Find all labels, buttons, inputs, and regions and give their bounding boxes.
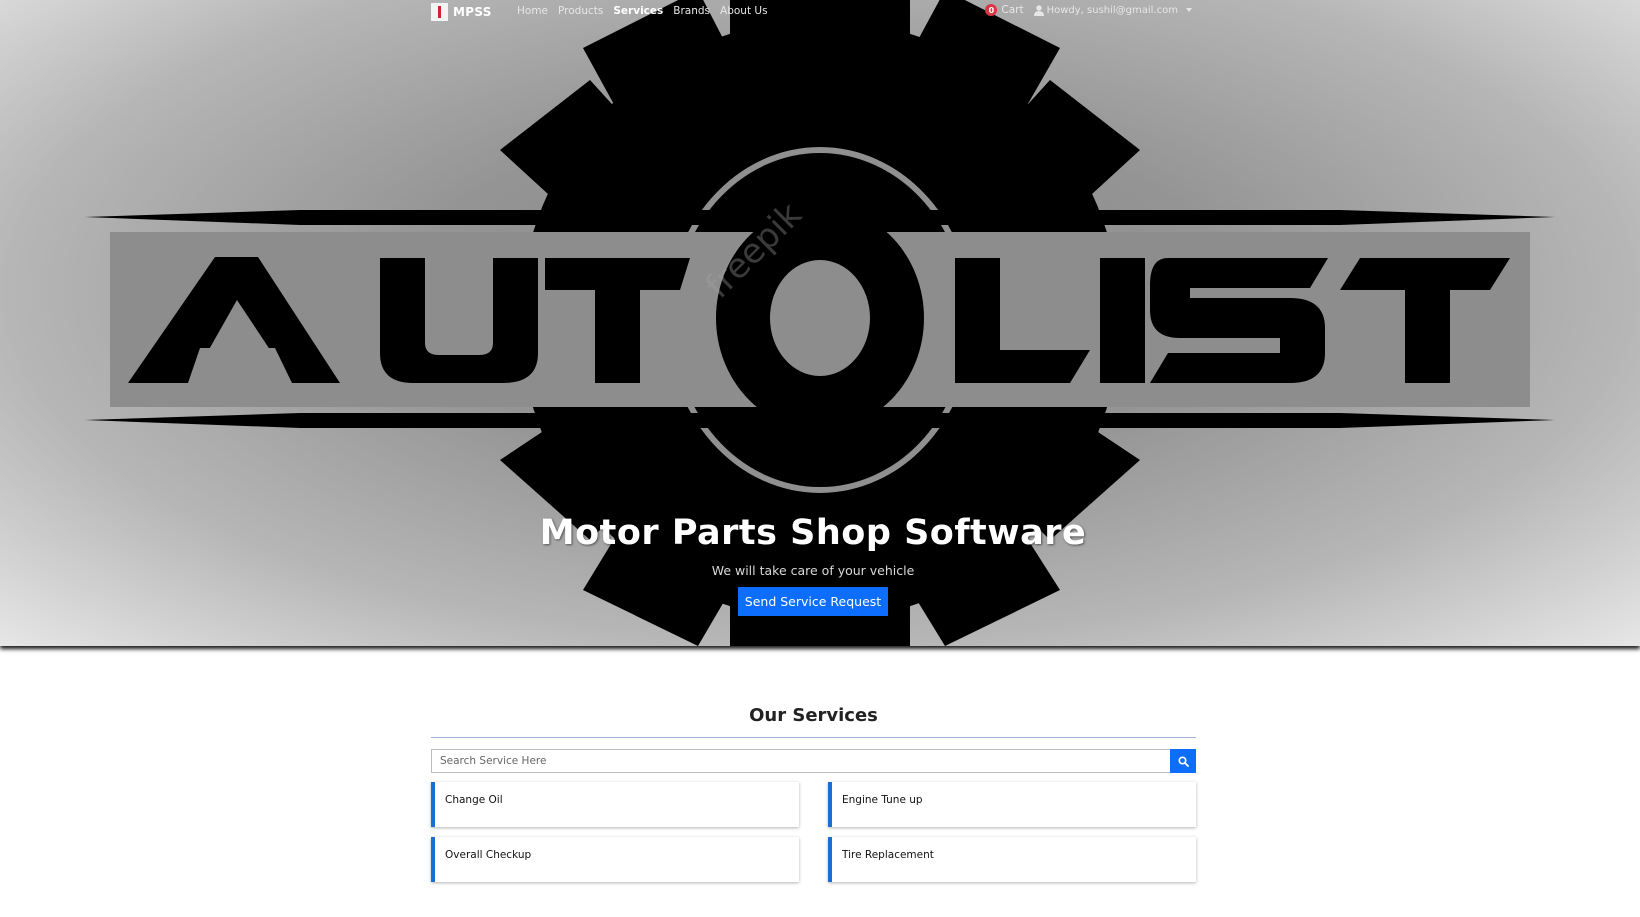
services-divider (431, 737, 1196, 738)
service-card-tire-replacement[interactable]: Tire Replacement (828, 837, 1196, 882)
user-greeting: Howdy, sushil@gmail.com (1046, 4, 1178, 16)
nav-about-us[interactable]: About Us (720, 5, 768, 17)
brand-link[interactable]: MPSS (431, 2, 492, 22)
service-card-engine-tune-up[interactable]: Engine Tune up (828, 782, 1196, 827)
hero-title: Motor Parts Shop Software (539, 513, 1087, 553)
nav-products[interactable]: Products (558, 5, 603, 17)
nav-right: 0 Cart Howdy, sushil@gmail.com (985, 4, 1192, 16)
hero-banner: freepik MPSS Home Products Services Bran… (0, 0, 1640, 646)
nav-home[interactable]: Home (517, 5, 548, 17)
service-search-input[interactable] (431, 749, 1170, 773)
hero-subtitle: We will take care of your vehicle (711, 563, 915, 578)
cart-link[interactable]: 0 Cart (985, 4, 1024, 16)
service-card-label: Engine Tune up (842, 794, 923, 806)
chevron-down-icon (1186, 8, 1192, 12)
search-button[interactable] (1170, 749, 1196, 773)
top-navbar: MPSS Home Products Services Brands About… (0, 0, 1640, 24)
service-card-overall-checkup[interactable]: Overall Checkup (431, 837, 799, 882)
services-heading: Our Services (749, 705, 878, 726)
brand-name: MPSS (453, 5, 492, 19)
brand-logo-icon (431, 3, 448, 21)
cart-label: Cart (1001, 4, 1024, 16)
search-icon (1177, 755, 1189, 767)
cart-count-badge: 0 (985, 4, 998, 16)
nav-links: Home Products Services Brands About Us (517, 5, 768, 17)
user-menu-toggle[interactable]: Howdy, sushil@gmail.com (1033, 4, 1192, 16)
service-card-label: Change Oil (445, 794, 503, 806)
service-card-label: Overall Checkup (445, 849, 532, 861)
service-card-change-oil[interactable]: Change Oil (431, 782, 799, 827)
nav-services[interactable]: Services (613, 5, 663, 17)
send-service-request-button[interactable]: Send Service Request (738, 587, 888, 616)
user-icon (1033, 4, 1044, 16)
service-search-bar (431, 749, 1196, 773)
service-card-label: Tire Replacement (842, 849, 934, 861)
nav-brands[interactable]: Brands (673, 5, 710, 17)
